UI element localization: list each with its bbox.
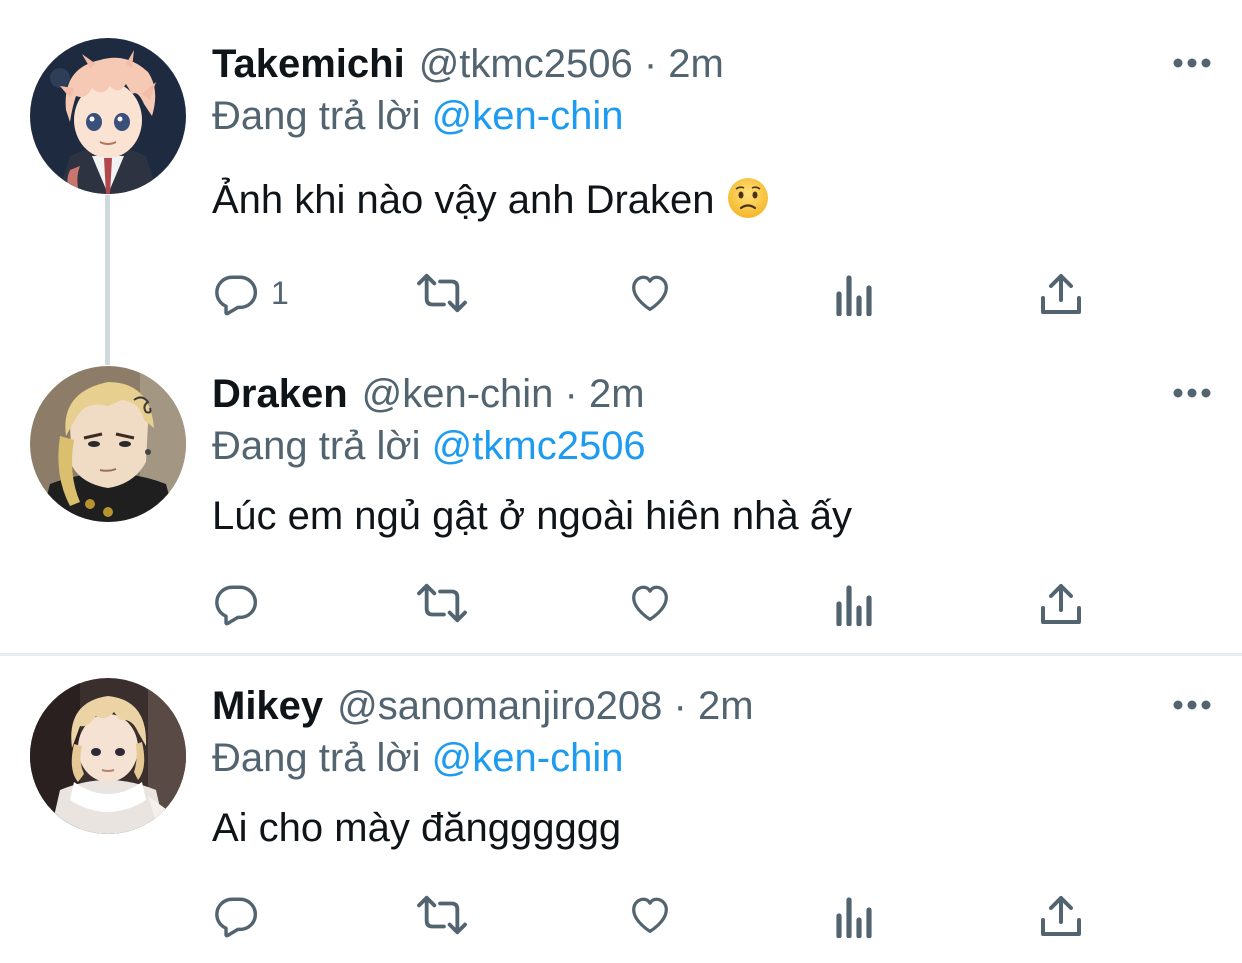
tweet-actions — [0, 890, 1242, 940]
analytics-bars-icon — [836, 585, 872, 626]
views-button[interactable] — [835, 890, 877, 940]
author-handle[interactable]: @sanomanjiro208 — [337, 678, 662, 734]
timestamp-text: · 2m — [673, 684, 754, 728]
avatar-mikey[interactable] — [30, 678, 186, 834]
heart-icon — [632, 897, 668, 933]
reply-button[interactable] — [213, 578, 271, 628]
views-button[interactable] — [835, 578, 877, 628]
timestamp-text: · 2m — [643, 42, 724, 86]
avatar-image — [30, 678, 186, 834]
author-name[interactable]: Takemichi — [212, 36, 405, 92]
share-button[interactable] — [1039, 890, 1083, 940]
retweet-icon — [417, 273, 467, 313]
like-button[interactable] — [626, 578, 674, 628]
timestamp[interactable]: · 2m — [662, 678, 754, 734]
reply-bubble-icon — [215, 897, 258, 938]
retweet-icon — [417, 583, 467, 623]
replying-to: Đang trả lời @ken-chin — [212, 730, 623, 786]
reply-count: 1 — [271, 274, 289, 311]
replying-to-label: Đang trả lời — [212, 736, 432, 780]
more-dots-icon — [1173, 700, 1211, 710]
like-button[interactable] — [626, 268, 674, 318]
mention-link[interactable]: @tkmc2506 — [432, 424, 646, 468]
replying-to: Đang trả lời @tkmc2506 — [212, 418, 646, 474]
avatar-draken[interactable] — [30, 366, 186, 522]
more-options-button[interactable] — [1172, 378, 1212, 408]
author-handle[interactable]: @ken-chin — [362, 366, 554, 422]
more-dots-icon — [1173, 58, 1211, 68]
retweet-button[interactable] — [414, 578, 470, 628]
views-button[interactable] — [835, 268, 877, 318]
tweet-draken[interactable]: Draken @ken-chin · 2m Đang trả lời @tkmc… — [0, 366, 1242, 646]
author-name[interactable]: Draken — [212, 366, 348, 422]
share-button[interactable] — [1039, 578, 1083, 628]
retweet-button[interactable] — [414, 890, 470, 940]
thread-divider — [0, 653, 1242, 656]
author-handle[interactable]: @tkmc2506 — [419, 36, 633, 92]
replying-to-label: Đang trả lời — [212, 94, 432, 138]
timestamp[interactable]: · 2m — [553, 366, 645, 422]
tweet-text-content: Ai cho mày đăngggggg — [212, 806, 622, 850]
reply-bubble-icon — [215, 275, 258, 316]
mention-link[interactable]: @ken-chin — [432, 736, 624, 780]
share-upload-icon — [1041, 584, 1081, 624]
heart-icon — [632, 275, 668, 311]
tweet-text-content: Lúc em ngủ gật ở ngoài hiên nhà ấy — [212, 494, 853, 538]
reply-button[interactable]: 1 — [213, 268, 289, 318]
reply-button[interactable] — [213, 890, 271, 940]
share-button[interactable] — [1039, 268, 1083, 318]
tweet-text: Lúc em ngủ gật ở ngoài hiên nhà ấy — [212, 488, 852, 544]
like-button[interactable] — [626, 890, 674, 940]
avatar-image — [30, 366, 186, 522]
analytics-bars-icon — [836, 275, 872, 316]
tweet-header: Takemichi @tkmc2506 · 2m — [212, 36, 724, 92]
tweet-actions: 1 — [0, 268, 1242, 318]
tweet-header: Draken @ken-chin · 2m — [212, 366, 645, 422]
tweet-text-content: Ảnh khi nào vậy anh Draken — [212, 178, 715, 222]
avatar-takemichi[interactable] — [30, 38, 186, 194]
tweet-actions — [0, 578, 1242, 628]
author-name[interactable]: Mikey — [212, 678, 323, 734]
more-options-button[interactable] — [1172, 690, 1212, 720]
replying-to-label: Đang trả lời — [212, 424, 432, 468]
mention-link[interactable]: @ken-chin — [432, 94, 624, 138]
retweet-button[interactable] — [414, 268, 470, 318]
more-options-button[interactable] — [1172, 48, 1212, 78]
replying-to: Đang trả lời @ken-chin — [212, 88, 623, 144]
timestamp[interactable]: · 2m — [633, 36, 724, 92]
reply-bubble-icon — [215, 585, 258, 626]
timestamp-text: · 2m — [564, 372, 645, 416]
worried-face-emoji — [727, 177, 769, 234]
share-upload-icon — [1041, 274, 1081, 314]
tweet-header: Mikey @sanomanjiro208 · 2m — [212, 678, 754, 734]
heart-icon — [632, 585, 668, 621]
retweet-icon — [417, 895, 467, 935]
tweet-text: Ai cho mày đăngggggg — [212, 800, 621, 856]
tweet-takemichi[interactable]: Takemichi @tkmc2506 · 2m Đang trả lời @k… — [0, 36, 1242, 326]
tweet-text: Ảnh khi nào vậy anh Draken — [212, 172, 769, 234]
avatar-image — [30, 38, 186, 194]
analytics-bars-icon — [836, 897, 872, 938]
share-upload-icon — [1041, 896, 1081, 936]
more-dots-icon — [1173, 388, 1211, 398]
tweet-mikey[interactable]: Mikey @sanomanjiro208 · 2m Đang trả lời … — [0, 678, 1242, 958]
